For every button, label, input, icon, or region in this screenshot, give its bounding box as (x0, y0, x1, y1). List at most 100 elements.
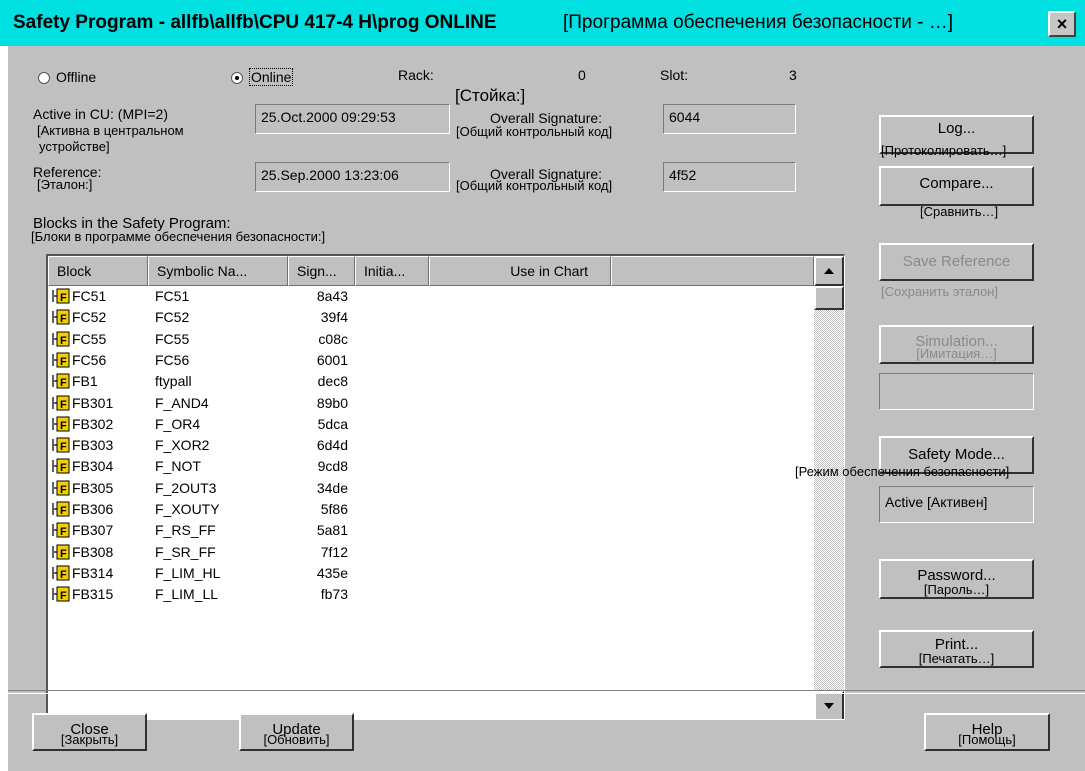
active-in-cu-label: Active in CU: (MPI=2) (33, 106, 168, 122)
cell-symbolic-name: F_SR_FF (155, 543, 216, 560)
cell-symbolic-name: F_RS_FF (155, 522, 216, 539)
scroll-down-button[interactable] (814, 691, 844, 719)
online-radio[interactable] (231, 72, 243, 84)
cell-signature: 89b0 (316, 394, 348, 411)
cell-signature: 9cd8 (317, 458, 348, 475)
cell-block: FC56 (72, 351, 107, 368)
cell-block: FB305 (72, 479, 114, 496)
svg-text:F: F (60, 313, 67, 325)
table-row[interactable]: F FC52 FC52 39f4 (48, 307, 814, 328)
cell-symbolic-name: F_XOR2 (155, 437, 210, 454)
f-block-icon: F (52, 544, 70, 560)
f-block-icon: F (52, 522, 70, 538)
column-header-signature[interactable]: Sign... (288, 256, 355, 286)
active-in-cu-translation-2: устройстве] (39, 139, 110, 154)
save-reference-button[interactable]: Save Reference (879, 243, 1034, 281)
offline-radio[interactable] (38, 72, 50, 84)
f-block-icon: F (52, 416, 70, 432)
cell-symbolic-name: F_2OUT3 (155, 479, 217, 496)
table-row[interactable]: F FB303 F_XOR2 6d4d (48, 435, 814, 456)
safety-mode-status-field: Active [Активен] (879, 486, 1034, 523)
compare-button[interactable]: Compare... (879, 166, 1034, 206)
cell-block: FB302 (72, 415, 114, 432)
online-label[interactable]: Online (249, 68, 294, 86)
scroll-thumb[interactable] (814, 286, 844, 310)
compare-button-label: Compare... (919, 175, 994, 192)
safety-mode-label: Safety Mode... (908, 446, 1005, 463)
cell-block: FB306 (72, 501, 114, 517)
cell-block: FC51 (72, 288, 107, 304)
cell-signature: 435e (316, 564, 348, 581)
svg-text:F: F (60, 420, 67, 432)
active-in-cu-translation-1: [Активна в центральном (37, 123, 184, 138)
column-header-use-in-chart[interactable]: Use in Chart (429, 256, 611, 286)
table-row[interactable]: F FB314 F_LIM_HL 435e (48, 563, 814, 584)
table-row[interactable]: F FB304 F_NOT 9cd8 (48, 456, 814, 477)
table-row[interactable]: F FC56 FC56 6001 (48, 350, 814, 371)
log-button-label: Log... (937, 120, 976, 137)
cell-block: FB315 (72, 586, 114, 603)
offline-label[interactable]: Offline (56, 69, 96, 85)
table-row[interactable]: F FB306 F_XOUTY 5f86 (48, 499, 814, 520)
cell-signature: 6d4d (316, 437, 348, 454)
log-button-translation: [Протоколировать…] (881, 143, 1007, 158)
cell-block: FC55 (72, 330, 107, 347)
cell-symbolic-name: ftypall (155, 373, 192, 390)
column-header-block[interactable]: Block (48, 256, 148, 286)
simulation-translation: [Имитация…] (916, 346, 997, 361)
cell-signature: 7f12 (320, 543, 348, 560)
print-button[interactable]: Print... [Печатать…] (879, 630, 1034, 668)
cell-signature: 5dca (317, 415, 348, 432)
cell-signature: 8a43 (316, 288, 348, 304)
svg-text:F: F (60, 484, 67, 496)
table-row[interactable]: F FB301 F_AND4 89b0 (48, 393, 814, 414)
cell-block: FB1 (72, 373, 98, 390)
f-block-icon: F (52, 309, 70, 325)
table-row[interactable]: F FB1 ftypall dec8 (48, 371, 814, 392)
close-button[interactable]: Close [Закрыть] (32, 713, 147, 751)
help-button[interactable]: Help [Помощь] (924, 713, 1050, 751)
table-row[interactable]: F FB305 F_2OUT3 34de (48, 478, 814, 499)
cell-signature: dec8 (317, 373, 348, 390)
close-window-button[interactable]: × (1048, 11, 1076, 37)
vertical-scrollbar[interactable] (814, 256, 844, 719)
table-row[interactable]: F FB308 F_SR_FF 7f12 (48, 542, 814, 563)
rack-value: 0 (578, 67, 586, 83)
rack-label: Rack: (398, 67, 434, 83)
scroll-track[interactable] (814, 286, 844, 691)
cell-block: FB304 (72, 458, 114, 475)
cell-symbolic-name: FC51 (155, 288, 190, 304)
svg-text:F: F (60, 505, 67, 517)
simulation-button[interactable]: Simulation... [Имитация…] (879, 325, 1034, 364)
column-header-initial[interactable]: Initia... (355, 256, 429, 286)
window-title: Safety Program - allfb\allfb\CPU 417-4 H… (13, 12, 497, 33)
blocks-table[interactable]: Block Symbolic Na... Sign... Initia... U… (46, 254, 845, 720)
table-row[interactable]: F FC51 FC51 8a43 (48, 286, 814, 307)
table-row[interactable]: F FB302 F_OR4 5dca (48, 414, 814, 435)
password-button[interactable]: Password... [Пароль…] (879, 559, 1034, 599)
bottom-separator (8, 690, 1085, 694)
f-block-icon: F (52, 501, 70, 517)
save-reference-translation: [Сохранить эталон] (881, 284, 998, 299)
reference-signature-field: 4f52 (663, 162, 796, 192)
update-button[interactable]: Update [Обновить] (239, 713, 354, 751)
scroll-up-button[interactable] (814, 256, 844, 286)
f-block-icon: F (52, 288, 70, 304)
svg-text:F: F (60, 526, 67, 538)
f-block-icon: F (52, 331, 70, 347)
column-header-symbolic-name[interactable]: Symbolic Na... (148, 256, 288, 286)
table-row[interactable]: F FB307 F_RS_FF 5a81 (48, 520, 814, 541)
table-row[interactable]: F FC55 FC55 c08c (48, 329, 814, 350)
cell-signature: fb73 (320, 586, 348, 603)
reference-date-field: 25.Sep.2000 13:23:06 (255, 162, 450, 192)
safety-mode-translation: [Режим обеспечения безопасности] (795, 464, 1010, 479)
cell-symbolic-name: F_XOUTY (155, 501, 220, 517)
f-block-icon: F (52, 373, 70, 389)
svg-text:F: F (60, 569, 67, 581)
slot-label: Slot: (660, 67, 689, 83)
svg-text:F: F (60, 548, 67, 560)
simulation-status-field (879, 373, 1034, 410)
cell-signature: 34de (316, 479, 348, 496)
table-row[interactable]: F FB315 F_LIM_LL fb73 (48, 584, 814, 605)
cell-signature: 5f86 (320, 501, 348, 517)
